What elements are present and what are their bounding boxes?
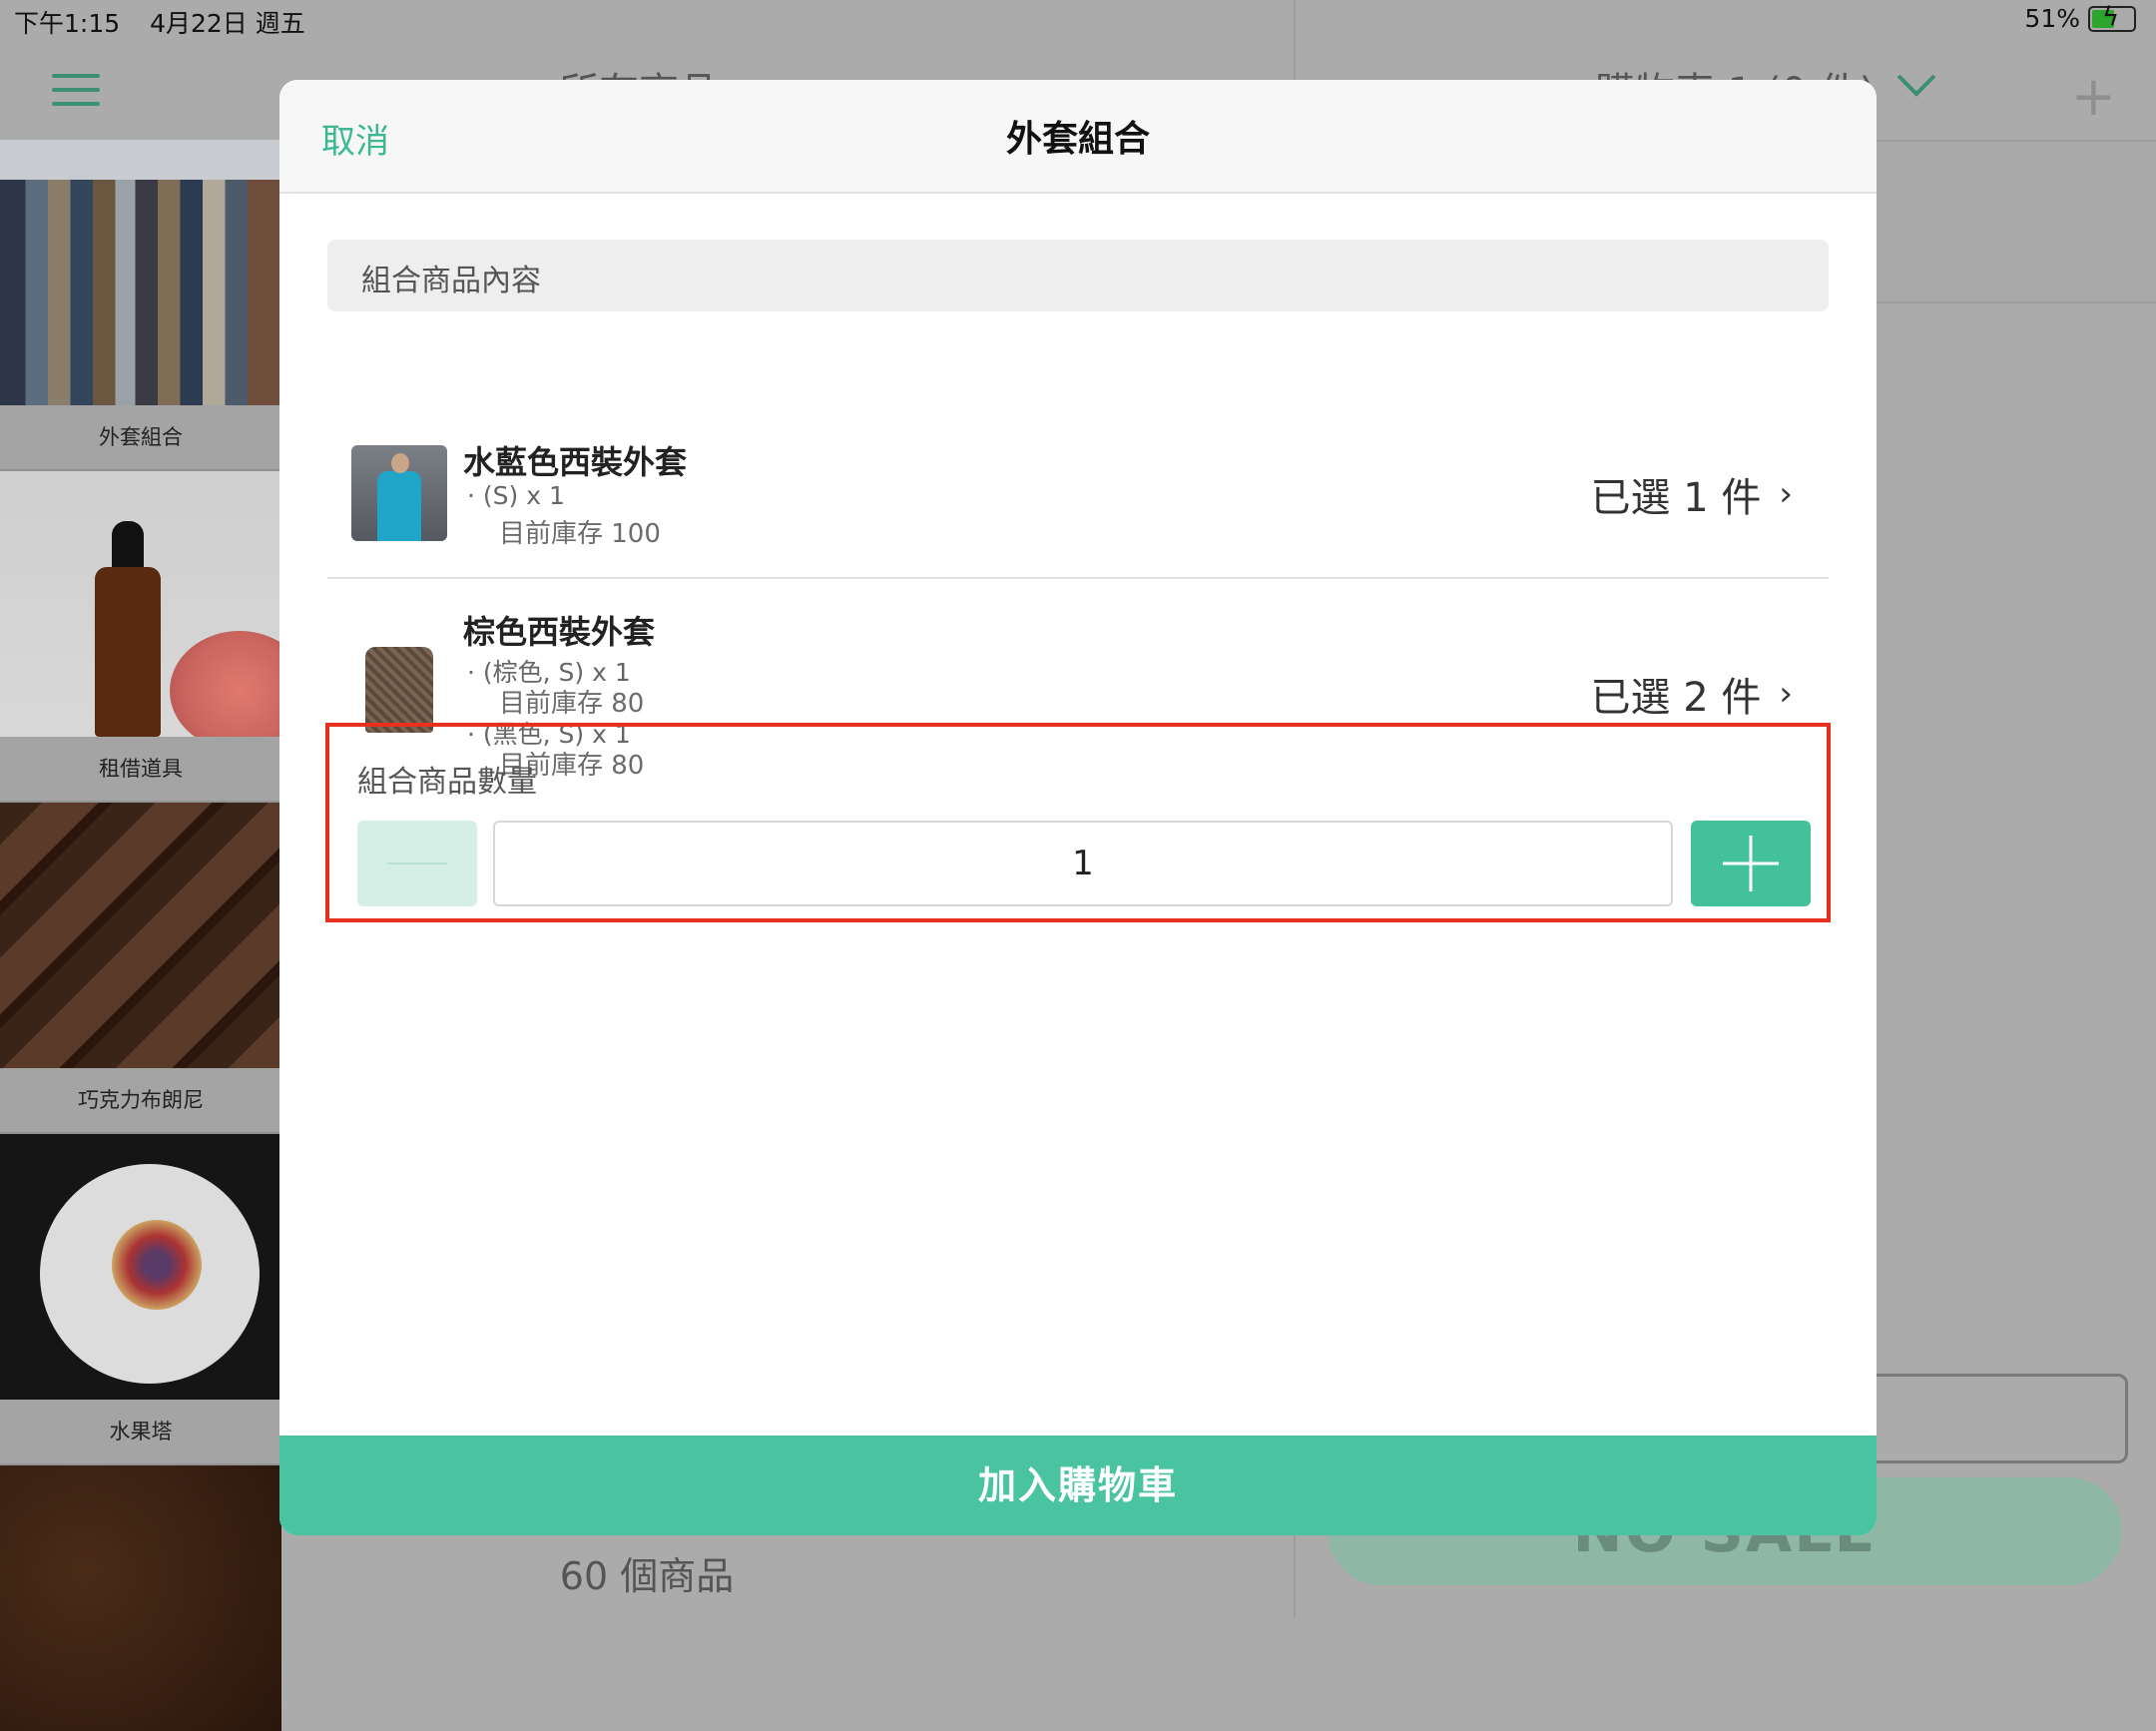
product-label: 水果塔 — [0, 1400, 281, 1465]
add-to-cart-button[interactable]: 加入購物車 — [279, 1436, 1877, 1535]
plus-icon — [1723, 836, 1779, 891]
product-grid: 外套組合 租借道具 巧克力布朗尼 水果塔 — [0, 140, 281, 1731]
bundle-contents-header: 組合商品內容 — [327, 240, 1829, 311]
status-date: 4月22日 週五 — [150, 9, 305, 38]
item-name: 棕色西裝外套 — [463, 613, 656, 651]
battery-icon: ϟ — [2088, 2, 2136, 32]
minus-icon[interactable] — [357, 821, 477, 906]
product-count-footer: 60 個商品 — [0, 1535, 1294, 1617]
quantity-input[interactable]: 1 — [493, 821, 1673, 906]
product-count: 60 個商品 — [559, 1554, 735, 1598]
modal-title: 外套組合 — [1005, 119, 1150, 160]
plus-icon[interactable]: + — [2071, 70, 2116, 124]
product-image-oil — [0, 471, 281, 737]
product-tile[interactable]: 水果塔 — [0, 1134, 281, 1465]
section-title: 組合商品內容 — [361, 264, 541, 298]
item-stock: 目前庫存 100 — [499, 519, 661, 549]
status-right: 51% ϟ — [2024, 2, 2136, 33]
item-thumbnail — [351, 445, 447, 541]
item-selected-button[interactable]: 已選 1 件 › — [1591, 465, 1794, 523]
product-image-tart — [0, 1134, 281, 1400]
item-selected-count: 已選 1 件 — [1590, 475, 1762, 521]
product-label: 巧克力布朗尼 — [0, 1068, 281, 1134]
item-selected-count: 已選 2 件 — [1590, 675, 1762, 721]
chevron-right-icon: › — [1779, 474, 1793, 514]
quantity-plus-button[interactable] — [1691, 821, 1811, 906]
product-tile[interactable]: 外套組合 — [0, 140, 281, 471]
product-image-brownie — [0, 803, 281, 1068]
product-image-coats — [0, 140, 281, 405]
product-tile[interactable]: 租借道具 — [0, 471, 281, 803]
status-time: 下午1:15 — [14, 9, 121, 38]
product-label: 外套組合 — [0, 405, 281, 471]
status-left: 下午1:15 4月22日 週五 — [14, 4, 327, 40]
item-variant: · (S) x 1 — [467, 481, 565, 510]
item-name: 水藍色西裝外套 — [463, 443, 688, 481]
product-label: 租借道具 — [0, 737, 281, 803]
bundle-modal: 取消 外套組合 組合商品內容 水藍色西裝外套 · (S) x 1 目前庫存 10… — [279, 80, 1877, 1535]
item-selected-button[interactable]: 已選 2 件 › — [1591, 665, 1794, 723]
modal-header: 取消 外套組合 — [279, 80, 1877, 194]
product-tile[interactable]: 巧克力布朗尼 — [0, 803, 281, 1134]
menu-icon[interactable] — [52, 74, 100, 108]
chevron-down-icon[interactable] — [1894, 62, 1938, 106]
bundle-item[interactable]: 水藍色西裝外套 · (S) x 1 目前庫存 100 已選 1 件 › — [327, 339, 1829, 579]
bundle-quantity-section: 組合商品數量 1 — [325, 723, 1831, 922]
status-bar: 下午1:15 4月22日 週五 51% ϟ — [0, 0, 2156, 38]
quantity-label: 組合商品數量 — [357, 765, 537, 800]
chevron-right-icon: › — [1779, 674, 1793, 714]
battery-percent: 51% — [2024, 4, 2080, 33]
